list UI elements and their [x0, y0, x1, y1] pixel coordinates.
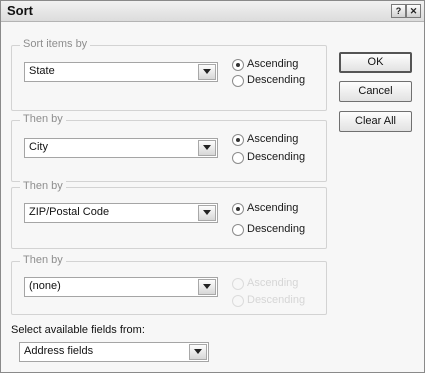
radio-label: Descending — [247, 74, 306, 86]
combo-value: State — [29, 65, 55, 77]
sort-field-2-select[interactable]: City — [24, 138, 218, 158]
cancel-button[interactable]: Cancel — [339, 81, 412, 102]
radio-label: Ascending — [247, 277, 299, 289]
radio-label: Descending — [247, 151, 306, 163]
radio-indicator — [232, 295, 244, 307]
dropdown-button[interactable] — [198, 140, 216, 156]
sort-group-3: Then by ZIP/Postal Code Ascending Descen… — [11, 180, 327, 249]
radio-indicator[interactable] — [232, 152, 244, 164]
radio-indicator[interactable] — [232, 59, 244, 71]
chevron-down-icon — [194, 349, 202, 354]
dropdown-button[interactable] — [198, 64, 216, 80]
fields-source-select[interactable]: Address fields — [19, 342, 209, 362]
radio-indicator[interactable] — [232, 203, 244, 215]
sort-field-1-select[interactable]: State — [24, 62, 218, 82]
radio-label: Ascending — [247, 202, 299, 214]
chevron-down-icon — [203, 145, 211, 150]
radio-label: Ascending — [247, 133, 299, 145]
close-button[interactable]: ✕ — [406, 4, 421, 18]
chevron-down-icon — [203, 69, 211, 74]
radio-indicator[interactable] — [232, 134, 244, 146]
help-button[interactable]: ? — [391, 4, 406, 18]
group-legend: Sort items by — [20, 38, 91, 50]
title-bar: Sort ? ✕ — [1, 1, 424, 22]
dropdown-button[interactable] — [198, 205, 216, 221]
sort-dialog: Sort ? ✕ Sort items by State Ascending D… — [0, 0, 425, 373]
radio-label: Descending — [247, 223, 306, 235]
radio-indicator[interactable] — [232, 75, 244, 87]
dropdown-button[interactable] — [189, 344, 207, 360]
ok-button[interactable]: OK — [339, 52, 412, 73]
sort-group-1: Sort items by State Ascending Descending — [11, 38, 327, 111]
group-legend: Then by — [20, 180, 66, 192]
sort-field-4-select[interactable]: (none) — [24, 277, 218, 297]
group-legend: Then by — [20, 254, 66, 266]
clear-all-button[interactable]: Clear All — [339, 111, 412, 132]
dropdown-button[interactable] — [198, 279, 216, 295]
combo-value: (none) — [29, 280, 61, 292]
sort-field-3-select[interactable]: ZIP/Postal Code — [24, 203, 218, 223]
combo-value: City — [29, 141, 48, 153]
radio-label: Descending — [247, 294, 306, 306]
fields-source-label: Select available fields from: — [11, 324, 145, 336]
chevron-down-icon — [203, 284, 211, 289]
combo-value: Address fields — [24, 345, 94, 357]
sort-group-4: Then by (none) Ascending Descending — [11, 254, 327, 315]
sort-group-2: Then by City Ascending Descending — [11, 113, 327, 182]
window-title: Sort — [7, 3, 33, 18]
combo-value: ZIP/Postal Code — [29, 206, 110, 218]
chevron-down-icon — [203, 210, 211, 215]
radio-indicator[interactable] — [232, 224, 244, 236]
close-icon: ✕ — [409, 6, 418, 16]
group-legend: Then by — [20, 113, 66, 125]
help-icon: ? — [395, 6, 402, 16]
radio-indicator — [232, 278, 244, 290]
radio-label: Ascending — [247, 58, 299, 70]
